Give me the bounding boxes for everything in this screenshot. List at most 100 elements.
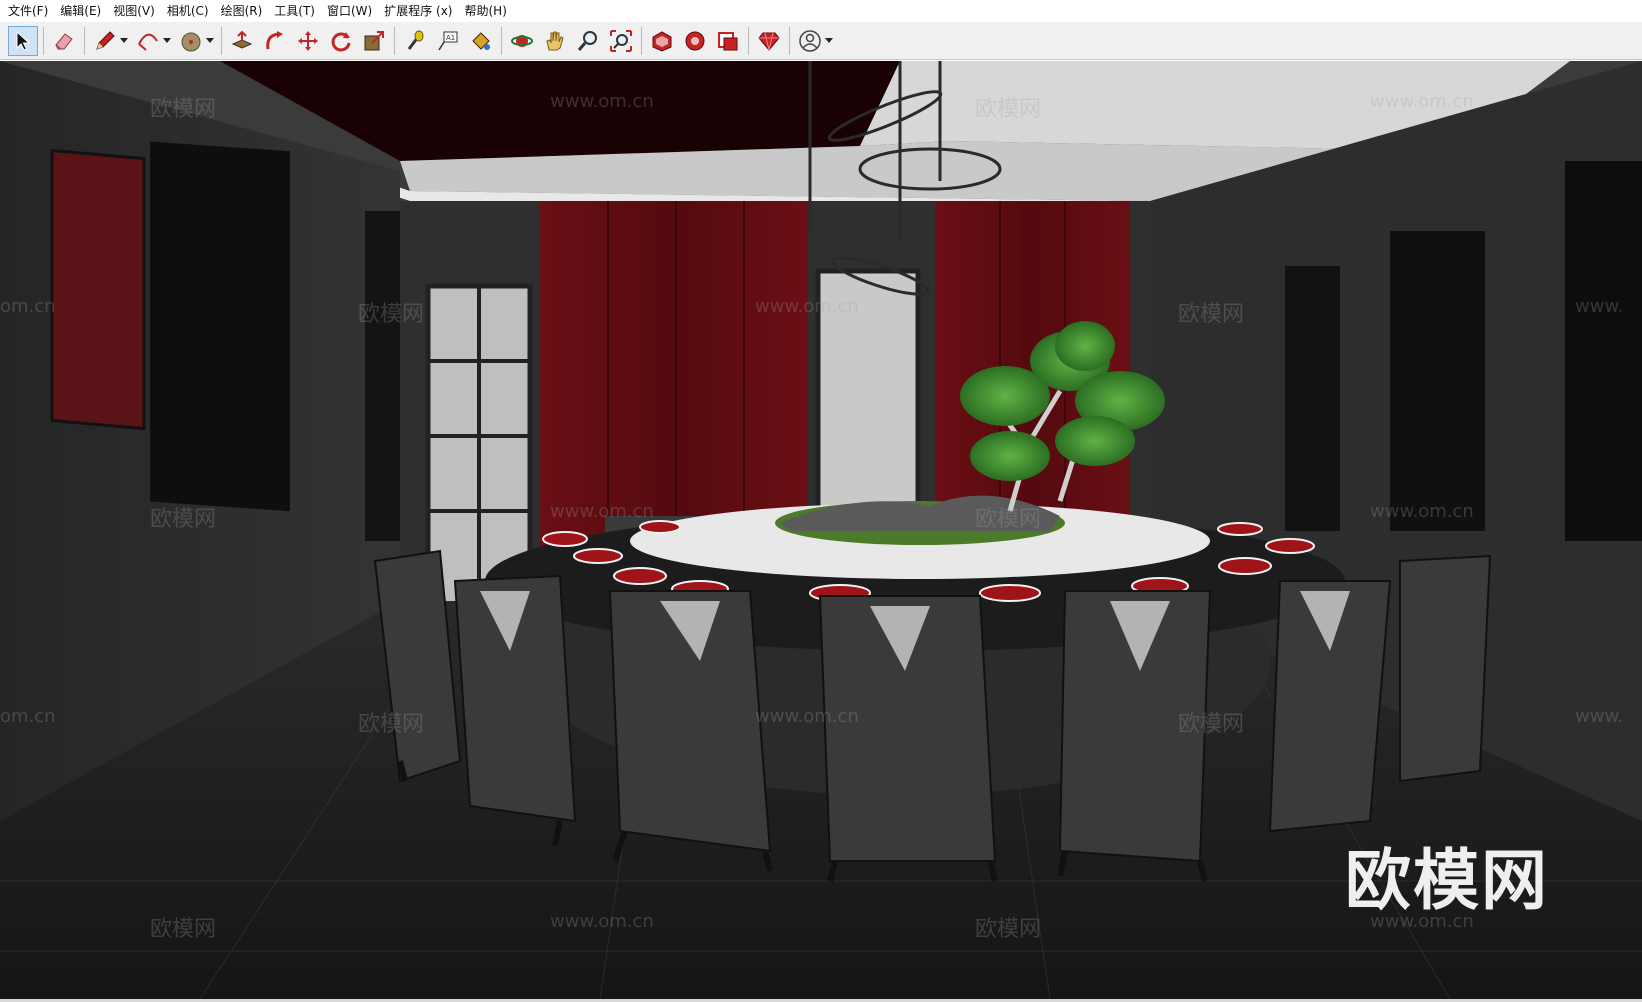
warehouse-icon: [652, 30, 672, 52]
menu-edit[interactable]: 编辑(E): [56, 0, 109, 22]
watermark-brand: 欧模网: [150, 917, 217, 942]
layout-icon: [718, 31, 738, 50]
pencil-icon: [96, 30, 115, 50]
paint-bucket-icon: [472, 31, 490, 50]
chevron-down-icon: [163, 37, 171, 43]
account-dropdown[interactable]: [824, 26, 834, 56]
watermark-brand: 欧模网: [1178, 302, 1245, 327]
move-icon: [298, 30, 318, 51]
toolbar-separator: [43, 26, 44, 55]
push-pull-icon: [231, 30, 253, 49]
watermark-url: www.om.cn: [1370, 91, 1474, 112]
watermark-url: www.om.cn: [755, 296, 859, 317]
svg-text:A1: A1: [446, 34, 455, 42]
menu-tools[interactable]: 工具(T): [270, 0, 323, 22]
pan-icon: [546, 31, 564, 50]
watermark-url: www.om.cn: [1370, 501, 1474, 522]
pan-tool-button[interactable]: [540, 26, 570, 56]
watermark-url: www.om.cn: [755, 706, 859, 727]
watermark-url: www.om.cn: [550, 911, 654, 932]
toolbar-separator: [641, 26, 642, 55]
scale-tool-button[interactable]: [359, 26, 389, 56]
watermark-brand: 欧模网: [150, 507, 217, 532]
select-icon: [16, 30, 31, 51]
menu-view[interactable]: 视图(V): [109, 0, 163, 22]
follow-me-tool-button[interactable]: [260, 26, 290, 56]
account-button[interactable]: [795, 26, 825, 56]
arc-icon: [138, 33, 158, 51]
circle-icon: [181, 32, 201, 51]
watermark-url: www.om.cn: [550, 501, 654, 522]
select-tool-button[interactable]: [8, 25, 38, 56]
rotate-icon: [331, 31, 351, 51]
tape-measure-tool-button[interactable]: [400, 26, 430, 56]
layout-button[interactable]: [713, 26, 743, 56]
toolbar-separator: [789, 26, 790, 55]
right-window-1: [1285, 266, 1340, 531]
chevron-down-icon: [206, 37, 214, 43]
circle-tool-button[interactable]: [176, 26, 206, 56]
eraser-tool-button[interactable]: [49, 26, 79, 56]
follow-me-icon: [266, 30, 283, 49]
account-icon: [799, 29, 821, 52]
menu-bar: 文件(F) 编辑(E) 视图(V) 相机(C) 绘图(R) 工具(T) 窗口(W…: [0, 0, 1642, 22]
chevron-down-icon: [825, 37, 833, 43]
watermark-url-partial: www.: [1575, 706, 1624, 727]
extension-warehouse-icon: [685, 31, 705, 50]
zoom-tool-button[interactable]: [573, 26, 603, 56]
eraser-icon: [55, 32, 73, 49]
move-tool-button[interactable]: [293, 26, 323, 56]
left-window: [150, 141, 290, 512]
zoom-extents-tool-button[interactable]: [606, 26, 636, 56]
zoom-extents-icon: [610, 29, 632, 52]
arc-dropdown[interactable]: [162, 26, 172, 56]
orbit-tool-button[interactable]: [507, 26, 537, 56]
text-tool-button[interactable]: A1: [433, 26, 463, 56]
circle-dropdown[interactable]: [205, 26, 215, 56]
watermark-url: www.om.cn: [550, 91, 654, 112]
watermark-brand: 欧模网: [975, 97, 1042, 122]
menu-draw[interactable]: 绘图(R): [217, 0, 271, 22]
push-pull-tool-button[interactable]: [227, 26, 257, 56]
ruby-console-button[interactable]: [754, 26, 784, 56]
watermark-brand: 欧模网: [1178, 712, 1245, 737]
toolbar-separator: [84, 26, 85, 55]
menu-help[interactable]: 帮助(H): [460, 0, 514, 22]
pencil-dropdown[interactable]: [119, 26, 129, 56]
watermark-brand: 欧模网: [150, 97, 217, 122]
pencil-tool-button[interactable]: [90, 26, 120, 56]
menu-window[interactable]: 窗口(W): [323, 0, 380, 22]
main-toolbar: A1: [0, 22, 1642, 60]
watermark-brand: 欧模网: [358, 712, 425, 737]
watermark-url-partial: om.cn: [0, 296, 56, 317]
menu-file[interactable]: 文件(F): [4, 0, 56, 22]
paint-bucket-tool-button[interactable]: [466, 26, 496, 56]
arc-tool-button[interactable]: [133, 26, 163, 56]
model-viewport[interactable]: 欧模网 www.om.cn 欧模网 www.om.cn om.cn 欧模网 ww…: [0, 61, 1642, 999]
sketchup-window: 文件(F) 编辑(E) 视图(V) 相机(C) 绘图(R) 工具(T) 窗口(W…: [0, 0, 1642, 1002]
toolbar-separator: [501, 26, 502, 55]
zoom-icon: [577, 30, 597, 51]
watermark-url-partial: www.: [1575, 296, 1624, 317]
chevron-down-icon: [120, 37, 128, 43]
menu-camera[interactable]: 相机(C): [163, 0, 217, 22]
right-window-3: [1565, 161, 1642, 541]
left-window-2: [365, 211, 400, 541]
toolbar-separator: [394, 26, 395, 55]
watermark-url-partial: om.cn: [0, 706, 56, 727]
watermark-brand: 欧模网: [358, 302, 425, 327]
menu-extensions[interactable]: 扩展程序 (x): [380, 0, 460, 22]
watermark-brand: 欧模网: [975, 917, 1042, 942]
orbit-icon: [511, 34, 533, 47]
ruby-console-icon: [758, 32, 780, 51]
warehouse-button[interactable]: [647, 26, 677, 56]
toolbar-separator: [221, 26, 222, 55]
tape-measure-icon: [407, 30, 424, 50]
extension-warehouse-button[interactable]: [680, 26, 710, 56]
right-window-2: [1390, 231, 1485, 531]
brand-logo: 欧模网: [1345, 842, 1549, 919]
rotate-tool-button[interactable]: [326, 26, 356, 56]
left-wall-painting: [50, 148, 146, 431]
text-icon: A1: [438, 31, 458, 50]
scale-icon: [364, 30, 384, 50]
